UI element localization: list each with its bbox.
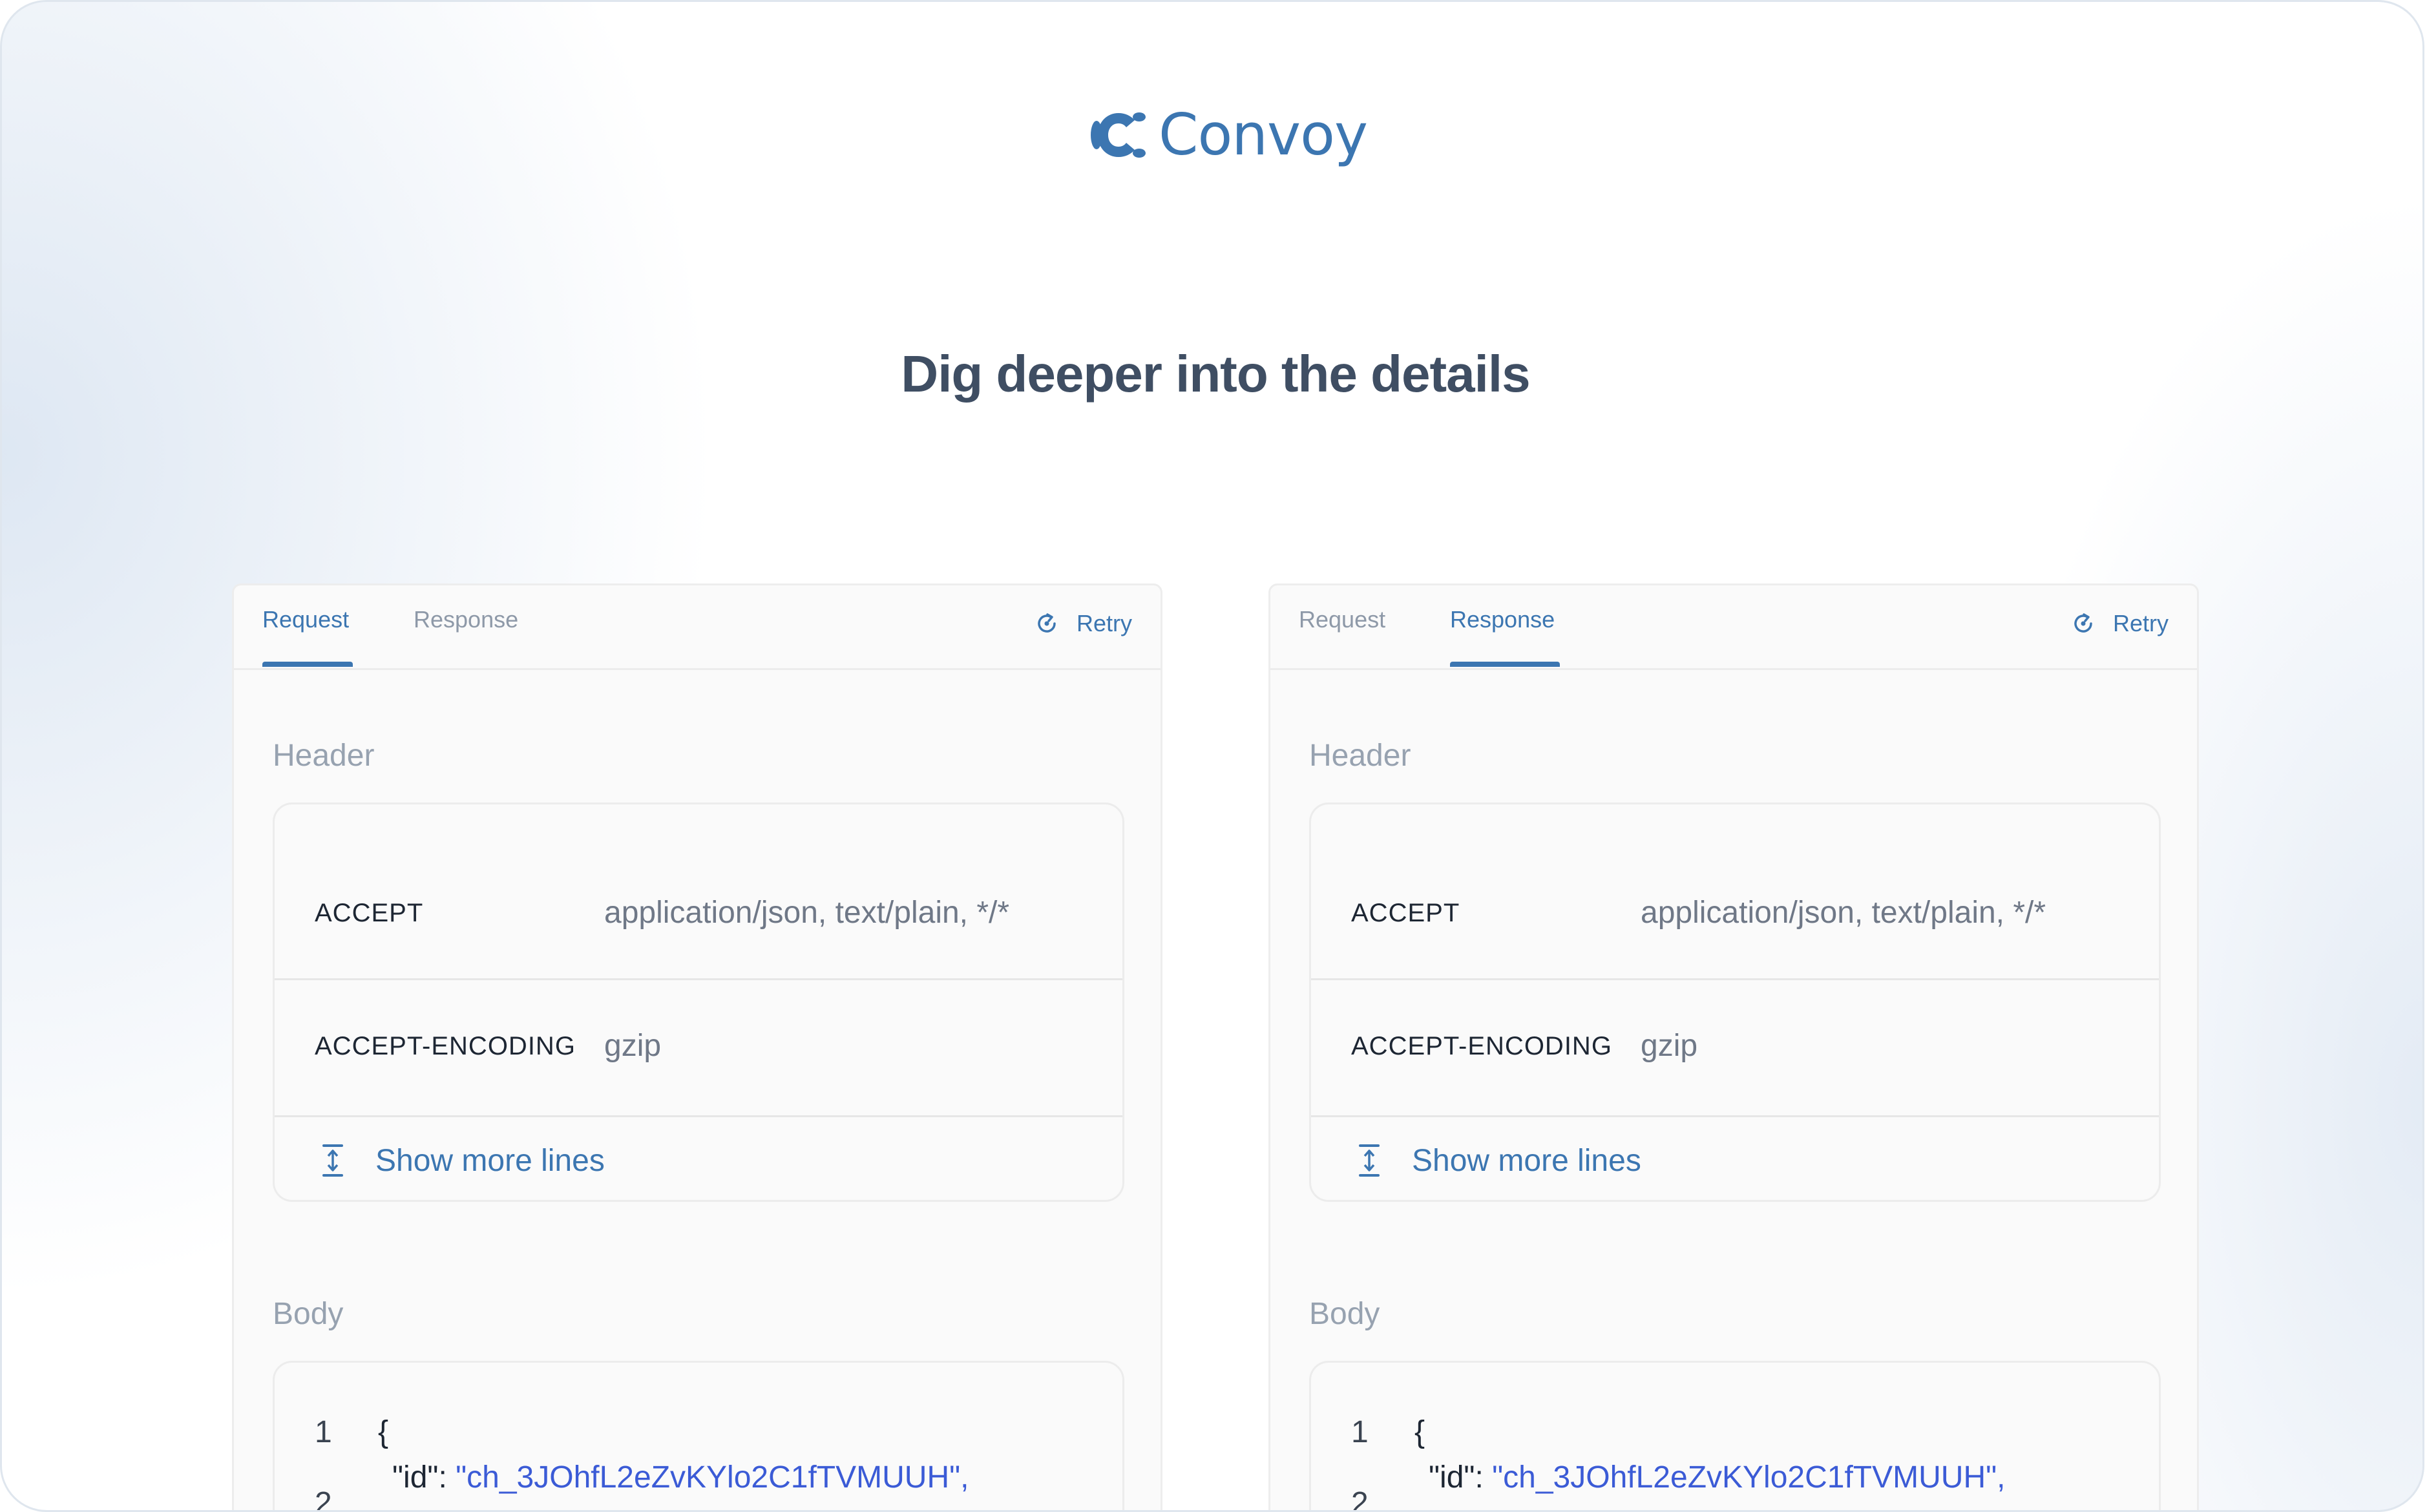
header-row: ACCEPT application/json, text/plain, */* xyxy=(275,804,1122,980)
tab-request[interactable]: Request xyxy=(262,606,349,633)
retry-label: Retry xyxy=(2112,610,2169,636)
tab-response[interactable]: Response xyxy=(1450,606,1555,633)
line-number: 2 xyxy=(1351,1486,1369,1512)
panel-tabbar: Request Response Retry xyxy=(1270,585,2197,670)
body-section-label: Body xyxy=(1309,1297,1380,1331)
retry-button[interactable]: Retry xyxy=(1034,610,1132,637)
line-number: 1 xyxy=(315,1415,332,1449)
header-row: ACCEPT-ENCODING gzip xyxy=(275,980,1122,1117)
show-more-label: Show more lines xyxy=(375,1143,605,1178)
panel-tabbar: Request Response Retry xyxy=(234,585,1161,670)
line-number: 2 xyxy=(315,1486,332,1512)
show-more-lines-button[interactable]: Show more lines xyxy=(275,1117,1122,1200)
retry-icon xyxy=(2074,613,2092,633)
expand-lines-icon xyxy=(322,1144,343,1177)
active-tab-indicator xyxy=(262,662,353,667)
json-string-value: "ch_3JOhfL2eZvKYlo2C1fTVMUUH", xyxy=(1492,1460,2006,1495)
code-text: { xyxy=(378,1415,389,1449)
json-key: "id": xyxy=(1429,1460,1493,1495)
headers-table: ACCEPT application/json, text/plain, */*… xyxy=(273,803,1124,1202)
headers-table: ACCEPT application/json, text/plain, */*… xyxy=(1309,803,2161,1202)
header-row: ACCEPT-ENCODING gzip xyxy=(1311,980,2159,1117)
retry-label: Retry xyxy=(1076,610,1132,636)
header-value: gzip xyxy=(604,1029,662,1063)
header-value: gzip xyxy=(1641,1029,1698,1063)
header-key: ACCEPT xyxy=(1351,899,1460,927)
json-key: "id": xyxy=(392,1460,456,1495)
brand-logo[interactable]: Convoy xyxy=(1087,101,1368,168)
body-code-view: 1 { 2 "id": "ch_3JOhfL2eZvKYlo2C1fTVMUUH… xyxy=(1309,1361,2161,1512)
retry-button[interactable]: Retry xyxy=(2070,610,2169,637)
header-section-label: Header xyxy=(273,739,375,773)
app-frame: Convoy Dig deeper into the details Reque… xyxy=(0,0,2424,1512)
convoy-logo-icon xyxy=(1091,112,1146,158)
show-more-label: Show more lines xyxy=(1412,1143,1641,1178)
expand-lines-icon xyxy=(1359,1144,1380,1177)
header-section-label: Header xyxy=(1309,739,1411,773)
header-value: application/json, text/plain, */* xyxy=(1641,896,2046,930)
header-value: application/json, text/plain, */* xyxy=(604,896,1010,930)
header-key: ACCEPT xyxy=(315,899,424,927)
header-key: ACCEPT-ENCODING xyxy=(315,1032,576,1060)
retry-icon xyxy=(1038,613,1056,633)
header-row: ACCEPT application/json, text/plain, */* xyxy=(1311,804,2159,980)
request-panel: Request Response Retry Header ACCEPT app… xyxy=(232,583,1162,1512)
code-text: "id": "ch_3JOhfL2eZvKYlo2C1fTVMUUH", xyxy=(1429,1460,2005,1495)
tab-response[interactable]: Response xyxy=(414,606,518,633)
header-key: ACCEPT-ENCODING xyxy=(1351,1032,1612,1060)
show-more-lines-button[interactable]: Show more lines xyxy=(1311,1117,2159,1200)
line-number: 1 xyxy=(1351,1415,1369,1449)
active-tab-indicator xyxy=(1450,662,1560,667)
body-section-label: Body xyxy=(273,1297,344,1331)
brand-name: Convoy xyxy=(1159,101,1368,168)
response-panel: Request Response Retry Header ACCEPT app… xyxy=(1268,583,2199,1512)
code-text: { xyxy=(1414,1415,1425,1449)
code-text: "id": "ch_3JOhfL2eZvKYlo2C1fTVMUUH", xyxy=(392,1460,969,1495)
json-string-value: "ch_3JOhfL2eZvKYlo2C1fTVMUUH", xyxy=(456,1460,969,1495)
tab-request[interactable]: Request xyxy=(1299,606,1385,633)
body-code-view: 1 { 2 "id": "ch_3JOhfL2eZvKYlo2C1fTVMUUH… xyxy=(273,1361,1124,1512)
page-title: Dig deeper into the details xyxy=(901,345,1530,403)
